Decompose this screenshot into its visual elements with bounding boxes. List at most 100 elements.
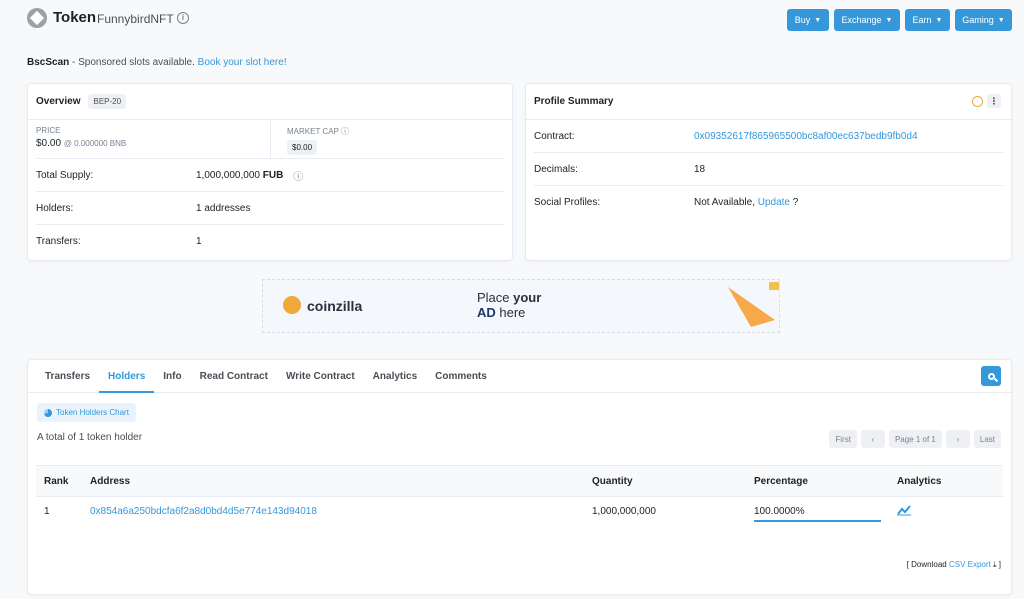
csv-export-link[interactable]: CSV Export — [949, 560, 991, 569]
price-value: $0.00 — [36, 138, 62, 149]
more-options-icon[interactable]: ⋮ — [987, 94, 1001, 108]
table-header-row: Rank Address Quantity Percentage Analyti… — [36, 465, 1003, 497]
col-address: Address — [82, 465, 584, 497]
market-cap-label: MARKET CAP — [287, 127, 339, 136]
ad-banner[interactable]: coinzilla Place your AD here — [262, 279, 780, 333]
overview-header: Overview BEP-20 — [28, 84, 512, 120]
page-title: Token — [53, 9, 97, 26]
pie-chart-icon — [44, 408, 52, 417]
holders-value: 1 addresses — [196, 202, 251, 214]
exchange-button[interactable]: Exchange ▼ — [834, 9, 900, 31]
social-profiles-row: Social Profiles: Not Available, Update ? — [534, 186, 1003, 219]
tab-comments[interactable]: Comments — [426, 360, 496, 393]
holders-row: Holders: 1 addresses — [36, 192, 504, 225]
buy-button[interactable]: Buy ▼ — [787, 9, 829, 31]
search-icon — [987, 372, 995, 380]
last-page-button[interactable]: Last — [973, 430, 1001, 448]
contract-row: Contract: 0x09352617f865965500bc8af00ec6… — [534, 120, 1003, 153]
contract-label: Contract: — [534, 130, 575, 142]
question-icon[interactable]: ⓘ — [341, 127, 349, 136]
earn-button[interactable]: Earn ▼ — [905, 9, 950, 31]
transfers-label: Transfers: — [36, 236, 81, 247]
chevron-down-icon: ▼ — [997, 16, 1005, 24]
token-symbol: FUB — [262, 169, 284, 181]
tab-info[interactable]: Info — [154, 360, 190, 393]
overview-title: Overview — [36, 96, 81, 107]
table-row: 1 0x854a6a250bdcfa6f2a8d0bd4d5e774e143d9… — [36, 497, 1003, 527]
social-profiles-label: Social Profiles: — [534, 197, 601, 208]
book-slot-link[interactable]: Book your slot here! — [198, 57, 287, 68]
chevron-down-icon: ▼ — [814, 16, 822, 24]
update-link[interactable]: Update — [758, 197, 790, 208]
decimals-row: Decimals: 18 — [534, 153, 1003, 186]
contract-address-link[interactable]: 0x09352617f865965500bc8af00ec637bedb9fb0… — [694, 131, 918, 142]
col-rank: Rank — [36, 465, 82, 497]
quantity-cell: 1,000,000,000 — [592, 506, 656, 518]
percentage-cell: 100.0000% — [746, 497, 889, 527]
col-analytics: Analytics — [889, 465, 1003, 497]
chart-button-label: Token Holders Chart — [56, 408, 129, 417]
percentage-bar: 100.0000% — [754, 502, 881, 522]
market-cap-value: $0.00 — [287, 140, 318, 155]
social-profiles-value: Not Available, — [694, 197, 755, 208]
tab-holders[interactable]: Holders — [99, 360, 155, 393]
tab-read-contract[interactable]: Read Contract — [191, 360, 277, 393]
page-indicator: Page 1 of 1 — [888, 430, 942, 448]
tab-transfers[interactable]: Transfers — [36, 360, 99, 393]
rank-cell: 1 — [44, 506, 50, 518]
transfers-row: Transfers: 1 — [36, 225, 504, 258]
download-prefix: [ Download — [906, 560, 947, 569]
price-bnb: @ 0.000000 BNB — [63, 139, 127, 148]
bscscan-token-logo — [27, 8, 47, 28]
tab-write-contract[interactable]: Write Contract — [277, 360, 364, 393]
download-area: [ Download CSV Export ⤓ ] — [907, 560, 1001, 570]
gaming-button[interactable]: Gaming ▼ — [955, 9, 1012, 31]
help-mark[interactable]: ? — [793, 197, 799, 208]
holders-label: Holders: — [36, 202, 74, 214]
profile-summary-card: Profile Summary ⋮ Contract: 0x09352617f8… — [525, 83, 1012, 261]
analytics-chart-icon[interactable] — [897, 504, 911, 516]
token-standard-badge: BEP-20 — [88, 94, 127, 109]
total-supply-value: 1,000,000,000 — [196, 169, 260, 181]
token-tabs-card: Transfers Holders Info Read Contract Wri… — [27, 359, 1012, 595]
token-holders-chart-button[interactable]: Token Holders Chart — [37, 403, 136, 422]
decimals-label: Decimals: — [534, 163, 578, 175]
coinzilla-mascot-icon — [283, 296, 301, 314]
total-holders-text: A total of 1 token holder — [37, 432, 143, 443]
price-block: PRICE $0.00 @ 0.000000 BNB — [36, 126, 126, 149]
sponsor-text: - Sponsored slots available. — [69, 57, 198, 68]
ad-tagline: Place your AD here — [477, 290, 542, 320]
chevron-down-icon: ▼ — [935, 16, 943, 24]
profile-header: Profile Summary — [526, 84, 1011, 120]
holder-address-link[interactable]: 0x854a6a250bdcfa6f2a8d0bd4d5e774e143d940… — [90, 506, 317, 517]
download-icon[interactable]: ⤓ — [993, 560, 997, 569]
market-cap-block: MARKET CAP ⓘ $0.00 — [287, 126, 349, 155]
status-circle-icon[interactable] — [972, 96, 983, 107]
col-quantity: Quantity — [584, 465, 746, 497]
decimals-value: 18 — [694, 163, 706, 175]
info-icon[interactable]: i — [177, 12, 189, 24]
analytics-cell — [889, 497, 1003, 527]
overview-card: Overview BEP-20 PRICE $0.00 @ 0.000000 B… — [27, 83, 513, 261]
info-icon[interactable]: ⓘ — [293, 168, 303, 183]
prev-page-button[interactable]: ‹ — [860, 430, 885, 448]
next-page-button[interactable]: › — [945, 430, 970, 448]
transfers-value: 1 — [196, 236, 202, 247]
ad-arrow-icon — [728, 282, 779, 327]
tab-analytics[interactable]: Analytics — [364, 360, 426, 393]
token-name: FunnybirdNFT — [97, 12, 174, 26]
tab-bar: Transfers Holders Info Read Contract Wri… — [28, 360, 1011, 393]
sponsor-banner: BscScan - Sponsored slots available. Boo… — [27, 57, 287, 68]
holders-table: Rank Address Quantity Percentage Analyti… — [36, 465, 1003, 527]
total-supply-row: Total Supply: 1,000,000,000 FUB ⓘ — [36, 159, 504, 192]
total-supply-label: Total Supply: — [36, 169, 94, 181]
pagination: First ‹ Page 1 of 1 › Last — [829, 430, 1001, 448]
first-page-button[interactable]: First — [829, 430, 857, 448]
ad-brand: coinzilla — [307, 298, 363, 314]
search-button[interactable] — [981, 366, 1001, 386]
profile-title: Profile Summary — [534, 96, 614, 107]
address-cell: 0x854a6a250bdcfa6f2a8d0bd4d5e774e143d940… — [82, 497, 584, 527]
download-suffix: ] — [998, 560, 1001, 569]
col-percentage: Percentage — [746, 465, 889, 497]
price-label: PRICE — [36, 126, 61, 135]
